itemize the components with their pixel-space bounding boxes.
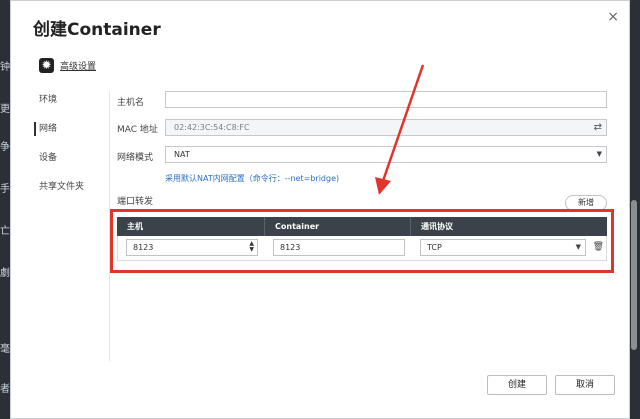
- cancel-button[interactable]: 取消: [555, 375, 615, 395]
- background-app-left: 钟 更 争 手 亡 劇 毫 者: [0, 0, 10, 419]
- dialog-scrollbar[interactable]: [631, 200, 637, 350]
- annotation-arrow: [375, 64, 425, 195]
- create-container-dialog: × 创建Container ✹ 高级设置 环境 网络 设备 共享文件夹 主机名 …: [10, 0, 630, 419]
- bg-glyph: 钟: [0, 62, 10, 73]
- bg-glyph: 者: [0, 384, 10, 395]
- bg-glyph: 手: [0, 184, 10, 195]
- bg-glyph: 劇: [0, 268, 10, 279]
- bg-glyph: 更: [0, 104, 10, 115]
- create-button[interactable]: 创建: [487, 375, 547, 395]
- bg-glyph: 争: [0, 142, 10, 153]
- bg-glyph: 亡: [0, 226, 10, 237]
- bg-glyph: 毫: [0, 344, 10, 355]
